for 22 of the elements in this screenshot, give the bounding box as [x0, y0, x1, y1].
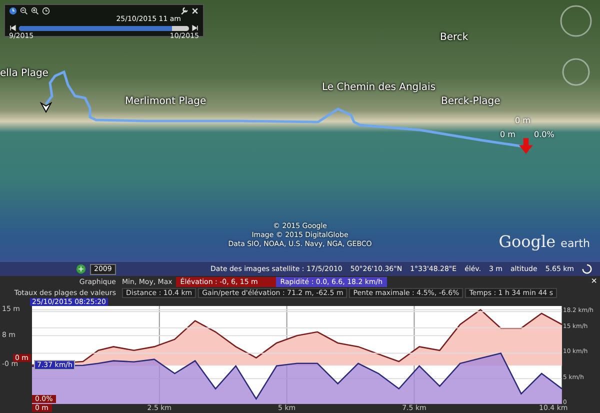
place-label: Le Chemin des Anglais	[322, 82, 436, 93]
clock-icon[interactable]	[9, 6, 17, 14]
map-readout: 0.0%	[534, 130, 554, 139]
clock-icon[interactable]	[42, 6, 50, 14]
zoom-in-icon[interactable]	[31, 6, 39, 14]
place-label: ella Plage	[0, 68, 48, 79]
wrench-icon[interactable]	[180, 6, 188, 14]
place-label: Berck-Plage	[441, 96, 500, 107]
map-readout: 0 m	[515, 116, 530, 125]
map-readout: 0 m	[500, 130, 516, 139]
arrow-icon	[40, 101, 52, 113]
close-icon[interactable]	[191, 6, 199, 14]
skip-forward-icon[interactable]	[191, 24, 199, 32]
place-label: Merlimont Plage	[125, 96, 206, 107]
place-label: Berck	[440, 32, 468, 43]
zoom-out-icon[interactable]	[20, 6, 28, 14]
satellite-map-placeholder[interactable]	[0, 0, 600, 276]
down-arrow-marker	[519, 138, 533, 154]
skip-back-icon[interactable]	[9, 24, 17, 32]
google-earth-logo: Google earth	[498, 232, 590, 251]
loading-spinner-icon	[582, 264, 592, 274]
close-button[interactable]: ×	[588, 276, 600, 286]
